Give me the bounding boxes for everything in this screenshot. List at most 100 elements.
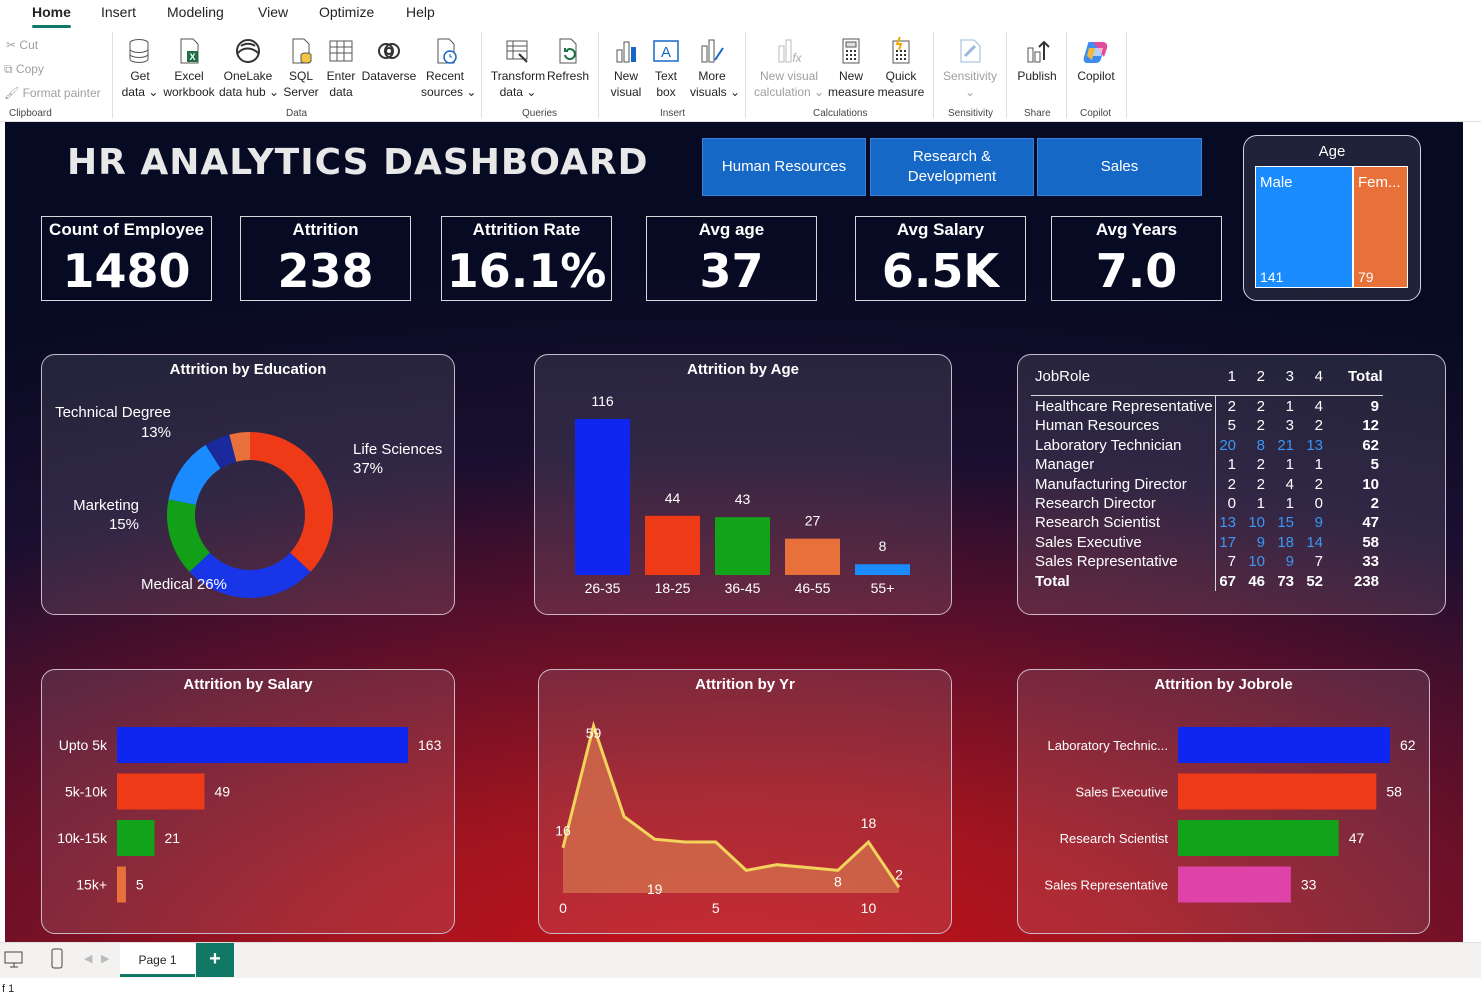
male-tile[interactable]: Male 141 (1255, 166, 1353, 288)
tab-view[interactable]: View (258, 4, 288, 24)
bar-value-label: 47 (1349, 830, 1365, 846)
publish-button[interactable]: Publish (1013, 36, 1061, 84)
matrix-cell: 5 (1227, 417, 1236, 435)
excel-workbook-button[interactable]: X Excel workbook (162, 36, 216, 100)
hbar[interactable] (1178, 727, 1390, 763)
hbar[interactable] (117, 866, 126, 903)
point-label: 2 (895, 866, 903, 882)
slicer-sales[interactable]: Sales (1037, 138, 1202, 196)
copy-button[interactable]: ⧉ Copy (4, 62, 44, 77)
age-bar[interactable] (715, 517, 770, 575)
onelake-data-hub-button[interactable]: OneLake data hub ⌄ (219, 36, 279, 100)
jobrole-matrix[interactable]: JobRole 1 2 3 4 Total Healthcare Representativ… (1018, 355, 1447, 616)
age-bar[interactable] (785, 538, 840, 575)
hbar[interactable] (1178, 866, 1291, 903)
kpi-attrition-rate: Attrition Rate 16.1% (441, 216, 612, 301)
jobrole-bar-chart[interactable]: Laboratory Technic... 62 Sales Executive 58… (1018, 670, 1431, 935)
donut-slice[interactable] (250, 432, 333, 572)
matrix-header: 4 (1314, 368, 1323, 385)
tab-home[interactable]: Home (32, 4, 71, 28)
age-bar[interactable] (855, 564, 910, 575)
kpi-attrition: Attrition 238 (240, 216, 411, 301)
age-bar-chart[interactable]: 116 26-35 44 18-25 43 36-45 27 46-55 8 55+ (535, 355, 953, 616)
tab-help[interactable]: Help (406, 4, 435, 24)
powerbi-window: Home Insert Modeling View Optimize Help … (0, 0, 1481, 1001)
donut-label: 37% (353, 460, 383, 477)
page-tab[interactable]: Page 1 (120, 943, 195, 977)
category-label: 18-25 (655, 580, 691, 596)
category-label: 55+ (871, 580, 895, 596)
matrix-cell: 12 (1362, 417, 1379, 435)
get-data-button[interactable]: Get data ⌄ (121, 36, 159, 100)
tab-optimize[interactable]: Optimize (319, 4, 374, 24)
desktop-view-icon[interactable] (4, 951, 24, 969)
matrix-divider (1031, 395, 1383, 396)
matrix-header: 1 (1227, 368, 1236, 385)
age-bar[interactable] (645, 515, 700, 575)
slicer-research-development[interactable]: Research & Development (870, 138, 1034, 196)
add-page-button[interactable]: + (196, 943, 234, 977)
matrix-cell: 4 (1314, 398, 1323, 415)
hbar[interactable] (1178, 773, 1377, 810)
matrix-cell: 5 (1370, 456, 1379, 474)
bar-value-label: 62 (1400, 737, 1416, 753)
matrix-cell: 8 (1256, 436, 1265, 454)
transform-data-button[interactable]: Transform data ⌄ (490, 36, 546, 100)
separator (933, 32, 934, 118)
prev-page-icon[interactable]: ◀ (84, 952, 92, 965)
matrix-cell: 1 (1227, 456, 1236, 474)
copilot-button[interactable]: Copilot (1072, 36, 1120, 84)
matrix-cell: 9 (1370, 398, 1379, 415)
copy-icon: ⧉ (4, 62, 13, 76)
male-value: 141 (1260, 269, 1284, 285)
matrix-cell: 1 (1285, 495, 1294, 512)
more-visuals-button[interactable]: More visuals ⌄ (690, 36, 740, 100)
new-measure-button[interactable]: New measure (828, 36, 875, 100)
matrix-row-label: Human Resources (1035, 417, 1160, 435)
sensitivity-icon (960, 39, 981, 63)
tab-insert[interactable]: Insert (101, 4, 136, 24)
female-label: Fem... (1358, 174, 1401, 191)
kpi-count-of-employee: Count of Employee 1480 (41, 216, 212, 301)
new-visual-calculation-button[interactable]: fx New visual calculation ⌄ (754, 36, 824, 100)
hbar[interactable] (117, 727, 408, 763)
slicer-human-resources[interactable]: Human Resources (702, 138, 866, 196)
sql-server-button[interactable]: SQL Server (282, 36, 320, 100)
separator (1006, 32, 1007, 118)
area-fill[interactable] (563, 726, 899, 893)
hbar[interactable] (1178, 820, 1339, 856)
bar-value-label: 43 (735, 491, 751, 507)
recent-sources-button[interactable]: Recent sources ⌄ (421, 36, 476, 100)
calculator-icon (842, 38, 860, 64)
cut-button[interactable]: ✂ Cut (6, 38, 38, 52)
quick-measure-button[interactable]: Quick measure (877, 36, 925, 100)
education-donut-chart[interactable]: Life Sciences 37% Medical 26% Marketing 15% T… (42, 355, 456, 616)
dataverse-button[interactable]: Dataverse (361, 36, 417, 84)
bar-value-label: 49 (214, 784, 230, 800)
mobile-view-icon[interactable] (50, 948, 64, 970)
attrition-by-salary-card: Attrition by Salary Upto 5k 163 5k-10k 49 10… (41, 669, 455, 934)
hbar[interactable] (117, 773, 205, 810)
scissors-icon: ✂ (6, 38, 17, 52)
refresh-button[interactable]: Refresh (547, 36, 589, 84)
enter-data-button[interactable]: Enter data (322, 36, 360, 100)
matrix-cell: 2 (1256, 456, 1265, 474)
format-painter-button[interactable]: 🖌 Format painter (4, 86, 101, 100)
sql-server-icon (292, 38, 312, 64)
new-visual-button[interactable]: New visual (606, 36, 646, 100)
next-page-icon[interactable]: ▶ (101, 952, 109, 965)
tab-modeling[interactable]: Modeling (167, 4, 224, 24)
attrition-by-education-card: Attrition by Education Life Sciences 37% M… (41, 354, 455, 615)
separator (1066, 32, 1067, 118)
female-value: 79 (1358, 269, 1374, 285)
category-label: Laboratory Technic... (1048, 738, 1168, 753)
matrix-cell: 21 (1277, 436, 1294, 454)
text-box-button[interactable]: A Text box (649, 36, 683, 100)
sensitivity-button[interactable]: Sensitivity ⌄ (940, 36, 1000, 100)
category-label: 36-45 (725, 580, 761, 596)
age-bar[interactable] (575, 419, 630, 575)
year-area-chart[interactable]: 16 59 19 8 18 2 0 5 10 (539, 670, 953, 935)
hbar[interactable] (117, 820, 155, 856)
female-tile[interactable]: Fem... 79 (1353, 166, 1408, 288)
salary-bar-chart[interactable]: Upto 5k 163 5k-10k 49 10k-15k 21 15k+ 5 (42, 670, 456, 935)
